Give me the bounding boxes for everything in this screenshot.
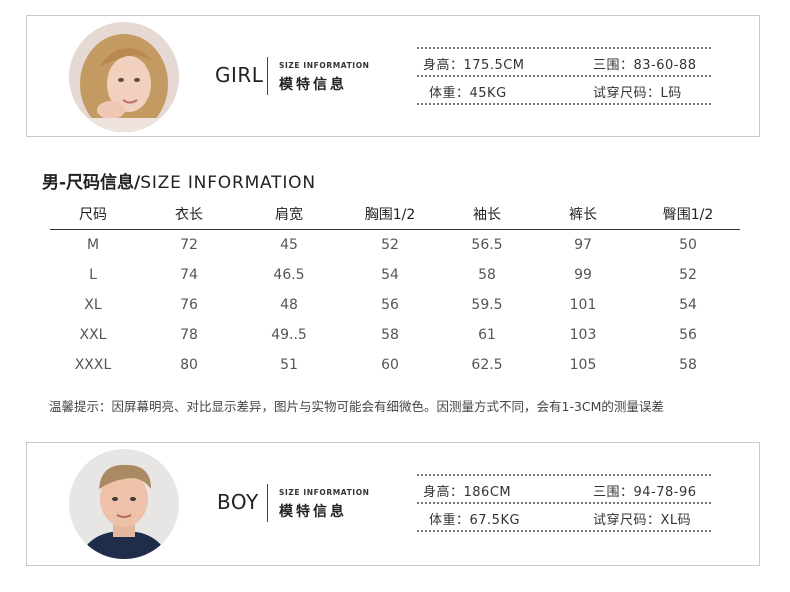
divider bbox=[267, 484, 268, 522]
header-length: 衣长 bbox=[136, 199, 242, 230]
table-cell: 80 bbox=[180, 357, 198, 373]
table-cell: XXL bbox=[79, 327, 107, 343]
header-chest: 胸围1/2 bbox=[336, 199, 444, 230]
girl-model-card: GIRL SIZE INFORMATION 模特信息 身高：175.5CM 三围… bbox=[26, 15, 760, 137]
table-cell: 99 bbox=[574, 267, 592, 283]
table-cell: L bbox=[89, 267, 97, 283]
table-cell: XL bbox=[84, 297, 102, 313]
boy-model-card: BOY SIZE INFORMATION 模特信息 身高：186CM 三围：94… bbox=[26, 442, 760, 566]
dotted-divider bbox=[417, 103, 711, 105]
table-cell: 48 bbox=[280, 297, 298, 313]
table-cell: 56 bbox=[679, 327, 697, 343]
header-hip: 臀围1/2 bbox=[636, 199, 740, 230]
table-cell: 103 bbox=[569, 327, 597, 343]
table-row: M 72 45 52 56.5 97 50 bbox=[50, 230, 740, 261]
dotted-divider bbox=[417, 502, 711, 504]
table-cell: 45 bbox=[280, 237, 298, 253]
table-cell: 61 bbox=[478, 327, 496, 343]
table-cell: XXXL bbox=[74, 357, 112, 373]
stat-trial-size: 试穿尺码：XL码 bbox=[593, 513, 692, 528]
table-cell: 54 bbox=[679, 297, 697, 313]
dotted-divider bbox=[417, 47, 711, 49]
size-table: 尺码 衣长 肩宽 胸围1/2 袖长 裤长 臀围1/2 M 72 45 52 56… bbox=[50, 199, 740, 380]
table-cell: 51 bbox=[280, 357, 298, 373]
header-sleeve: 袖长 bbox=[444, 199, 530, 230]
model-stats: 身高：175.5CM 三围：83-60-88 体重：45KG 试穿尺码：L码 bbox=[417, 47, 711, 107]
divider bbox=[267, 57, 268, 95]
size-info-en-label: SIZE INFORMATION bbox=[279, 488, 370, 497]
size-info-en-label: SIZE INFORMATION bbox=[279, 61, 370, 70]
model-info-label: 模特信息 bbox=[279, 504, 347, 520]
table-header-row: 尺码 衣长 肩宽 胸围1/2 袖长 裤长 臀围1/2 bbox=[50, 199, 740, 230]
table-cell: 58 bbox=[679, 357, 697, 373]
table-cell: 56.5 bbox=[471, 237, 503, 253]
table-cell: 46.5 bbox=[273, 267, 305, 283]
model-stats: 身高：186CM 三围：94-78-96 体重：67.5KG 试穿尺码：XL码 bbox=[417, 474, 711, 534]
table-cell: 58 bbox=[381, 327, 399, 343]
table-row: L 74 46.5 54 58 99 52 bbox=[50, 260, 740, 290]
table-cell: 101 bbox=[569, 297, 597, 313]
table-row: XL 76 48 56 59.5 101 54 bbox=[50, 290, 740, 320]
table-cell: 49..5 bbox=[271, 327, 307, 343]
table-cell: M bbox=[86, 237, 100, 253]
stat-weight: 体重：45KG bbox=[429, 86, 507, 101]
header-pants-length: 裤长 bbox=[530, 199, 636, 230]
stat-height: 身高：175.5CM bbox=[423, 58, 525, 73]
model-info-label: 模特信息 bbox=[279, 77, 347, 93]
header-size: 尺码 bbox=[50, 199, 136, 230]
dotted-divider bbox=[417, 75, 711, 77]
stat-height: 身高：186CM bbox=[423, 485, 512, 500]
gender-label: BOY bbox=[217, 490, 259, 514]
table-cell: 105 bbox=[569, 357, 597, 373]
table-cell: 59.5 bbox=[471, 297, 503, 313]
boy-model-photo bbox=[69, 449, 179, 559]
stat-weight: 体重：67.5KG bbox=[429, 513, 521, 528]
stat-measurements: 三围：94-78-96 bbox=[593, 485, 697, 500]
dotted-divider bbox=[417, 530, 711, 532]
size-table-title-cn: 男-尺码信息/ bbox=[42, 173, 141, 193]
gender-label: GIRL bbox=[215, 63, 264, 87]
table-row: XXL 78 49..5 58 61 103 56 bbox=[50, 320, 740, 350]
table-row: XXXL 80 51 60 62.5 105 58 bbox=[50, 350, 740, 380]
size-table-title: 男-尺码信息/SIZE INFORMATION bbox=[42, 168, 316, 193]
table-cell: 50 bbox=[679, 237, 697, 253]
table-cell: 97 bbox=[574, 237, 592, 253]
stat-measurements: 三围：83-60-88 bbox=[593, 58, 697, 73]
table-cell: 62.5 bbox=[471, 357, 503, 373]
table-cell: 74 bbox=[180, 267, 198, 283]
header-shoulder: 肩宽 bbox=[242, 199, 336, 230]
table-cell: 56 bbox=[381, 297, 399, 313]
table-cell: 76 bbox=[180, 297, 198, 313]
table-cell: 54 bbox=[381, 267, 399, 283]
stat-trial-size: 试穿尺码：L码 bbox=[593, 86, 682, 101]
table-cell: 58 bbox=[478, 267, 496, 283]
table-cell: 78 bbox=[180, 327, 198, 343]
measurement-note: 温馨提示：因屏幕明亮、对比显示差异，图片与实物可能会有细微色。因测量方式不同，会… bbox=[49, 399, 664, 414]
table-cell: 52 bbox=[381, 237, 399, 253]
table-cell: 52 bbox=[679, 267, 697, 283]
table-cell: 60 bbox=[381, 357, 399, 373]
girl-model-photo bbox=[69, 22, 179, 132]
table-cell: 72 bbox=[180, 237, 198, 253]
dotted-divider bbox=[417, 474, 711, 476]
size-table-title-en: SIZE INFORMATION bbox=[140, 173, 316, 193]
